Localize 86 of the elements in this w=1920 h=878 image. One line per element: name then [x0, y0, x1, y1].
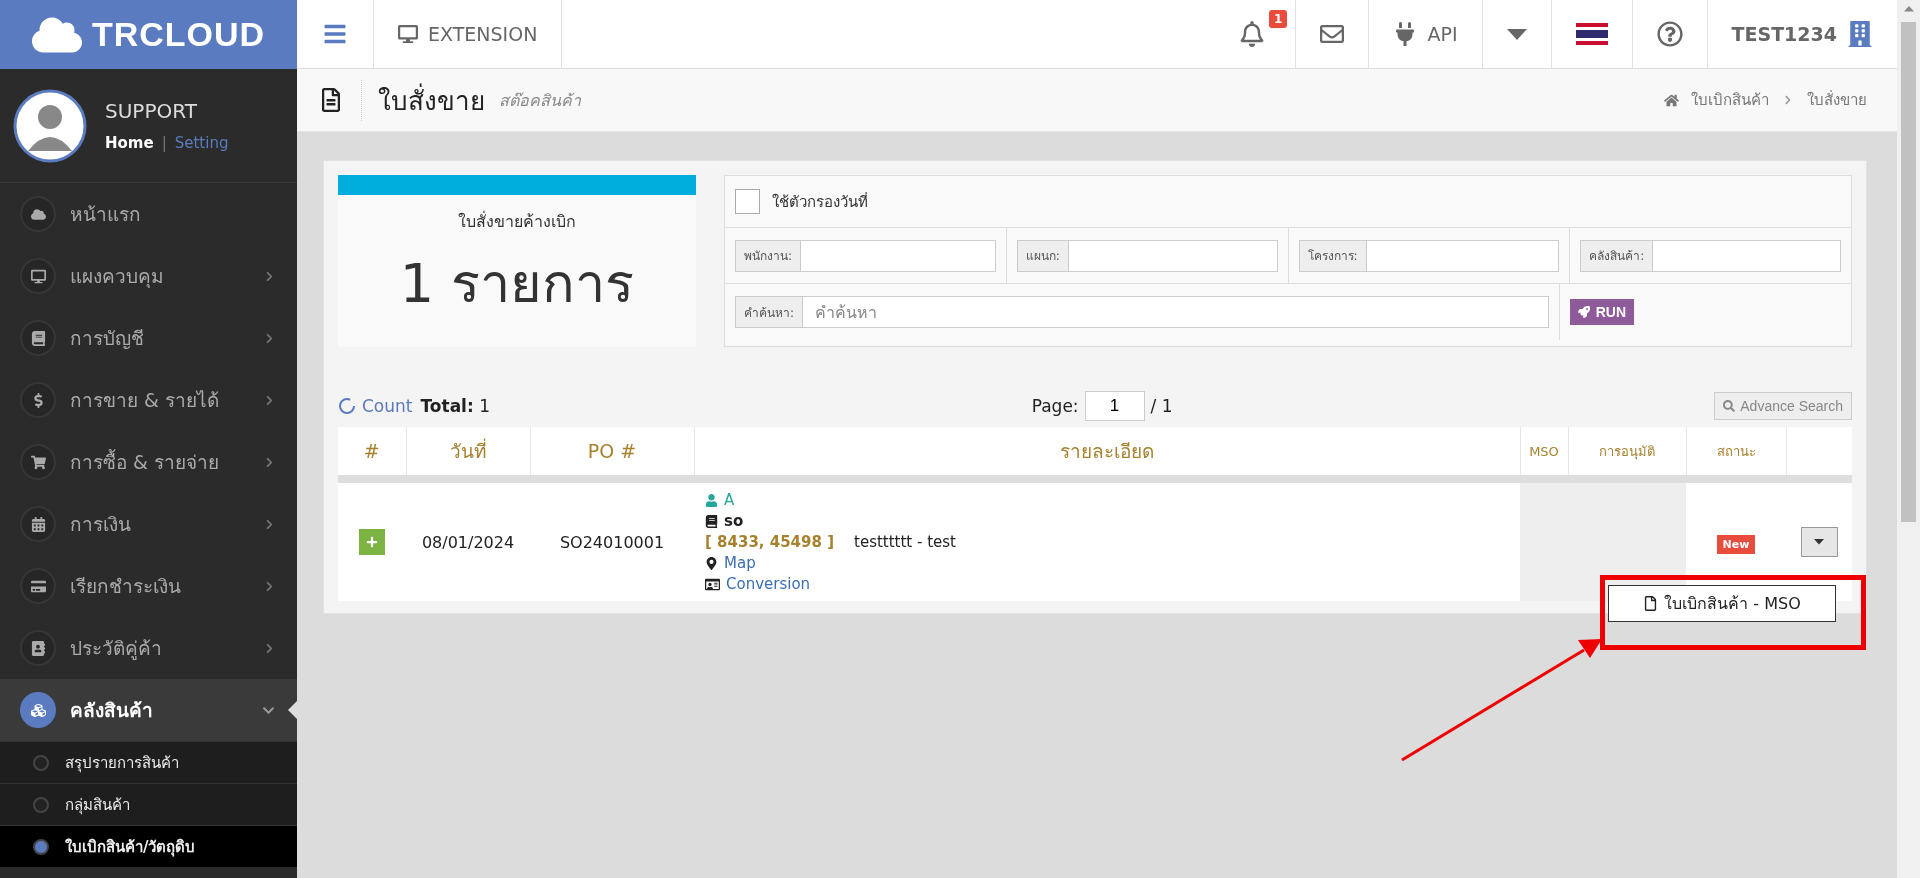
help-icon — [1656, 21, 1683, 47]
breadcrumb-link[interactable]: ใบเบิกสินค้า — [1691, 88, 1769, 112]
advance-search-button[interactable]: Advance Search — [1714, 392, 1852, 420]
envelope-icon — [1320, 22, 1345, 46]
monitor-icon — [398, 24, 418, 44]
api-button[interactable]: API — [1369, 0, 1483, 68]
scroll-up-icon — [1903, 6, 1914, 12]
sidebar-item[interactable]: เรียกชำระเงิน — [0, 555, 297, 617]
file-icon — [1643, 596, 1659, 611]
credit-card-icon — [30, 578, 46, 594]
home-icon — [1664, 92, 1679, 108]
map-link[interactable]: Map — [724, 554, 756, 572]
logo[interactable]: TRCLOUD — [0, 0, 297, 69]
field-label: คำค้นหา: — [735, 296, 804, 328]
book-icon — [705, 514, 718, 528]
summary-label: ใบสั่งขายค้างเบิก — [458, 210, 576, 233]
bell-icon — [1239, 21, 1266, 47]
menu-icon — [323, 22, 347, 46]
chevron-right-icon — [1783, 95, 1793, 105]
breadcrumb-link[interactable]: ใบสั่งขาย — [1807, 88, 1867, 112]
extension-button[interactable]: EXTENSION — [374, 0, 563, 68]
filter-field[interactable] — [1366, 239, 1560, 272]
book-icon — [30, 330, 46, 346]
notification-button[interactable]: 1 — [1209, 0, 1297, 68]
rocket-icon — [1577, 306, 1590, 318]
page-count: / 1 — [1150, 396, 1173, 416]
map-pin-icon — [705, 556, 718, 570]
profile-link[interactable]: Setting — [174, 134, 229, 152]
cloud-icon — [30, 206, 46, 222]
page-label: Page: — [1031, 396, 1079, 416]
checkbox-label: ใช้ตัวกรองวันที่ — [772, 191, 868, 213]
monitor-icon — [30, 268, 46, 284]
summary-value: 1 รายการ — [399, 251, 635, 317]
sidebar-item[interactable]: การเงิน — [0, 493, 297, 555]
id-card-icon — [705, 576, 720, 592]
page-subtitle: สต๊อคสินค้า — [499, 89, 582, 112]
sidebar-item[interactable]: การซื้อ & รายจ่าย — [0, 431, 297, 493]
notification-badge: 1 — [1269, 10, 1288, 28]
document-icon — [319, 88, 343, 112]
sidebar-item[interactable]: การขาย & รายได้ — [0, 369, 297, 431]
filter-field[interactable] — [1653, 239, 1841, 272]
scrollbar[interactable] — [1897, 0, 1920, 878]
item-description: [ 8433, 45498 ] testttttt - test — [705, 533, 957, 551]
caret-icon — [1506, 28, 1527, 40]
sidebar-item[interactable]: หน้าแรก — [0, 183, 297, 245]
page-input[interactable]: 1 — [1084, 391, 1145, 421]
submenu-item[interactable]: สรุปรายการสินค้า — [0, 741, 297, 783]
status-badge: New — [1716, 534, 1756, 554]
profile-link[interactable]: Home — [105, 134, 154, 152]
caret-icon — [1814, 539, 1824, 545]
filter-field[interactable] — [1068, 239, 1278, 272]
field-label: โครงการ: — [1298, 239, 1367, 272]
cart-icon — [30, 454, 46, 470]
sidebar-item[interactable]: การบัญชี — [0, 307, 297, 369]
document-type: so — [724, 512, 744, 530]
field-label: พนักงาน: — [735, 239, 802, 272]
run-button[interactable]: RUN — [1569, 299, 1635, 325]
total-count: Total: 1 — [420, 396, 490, 416]
building-icon — [1847, 21, 1873, 47]
sidebar-item[interactable]: คลังสินค้า — [0, 679, 297, 741]
sidebar-item[interactable]: แผงควบคุม — [0, 245, 297, 307]
conversion-link[interactable]: Conversion — [726, 575, 811, 593]
filter-field[interactable] — [801, 239, 996, 272]
flag-icon — [1575, 23, 1608, 45]
plus-icon — [366, 536, 378, 548]
count-link[interactable]: Count — [338, 396, 413, 416]
field-label: แผนก: — [1016, 239, 1069, 272]
menu-item[interactable]: ใบเบิกสินค้า - MSO — [1608, 585, 1836, 622]
sidebar-item[interactable]: ประวัติคู่ค้า — [0, 617, 297, 679]
search-field[interactable]: คำค้นหา — [803, 296, 1549, 328]
dropdown-button[interactable] — [1800, 527, 1838, 557]
user-name: SUPPORT — [105, 99, 198, 123]
submenu-item[interactable]: กลุ่มสินค้า — [0, 783, 297, 825]
separator: | — [161, 134, 167, 152]
user-button[interactable]: TEST1234 — [1707, 0, 1897, 68]
expand-button[interactable] — [359, 529, 385, 555]
spinner-icon — [338, 397, 356, 415]
cubes-icon — [30, 702, 46, 718]
submenu-item[interactable]: ใบเบิกสินค้า/วัตถุดิบ — [0, 825, 297, 867]
checkbox[interactable] — [735, 189, 760, 214]
field-label: คลังสินค้า: — [1580, 239, 1654, 272]
user-icon — [705, 493, 718, 507]
search-icon — [1723, 400, 1736, 412]
calendar-icon — [30, 516, 46, 532]
contact-book-icon — [30, 640, 46, 656]
page-title: ใบสั่งขาย — [361, 79, 485, 121]
